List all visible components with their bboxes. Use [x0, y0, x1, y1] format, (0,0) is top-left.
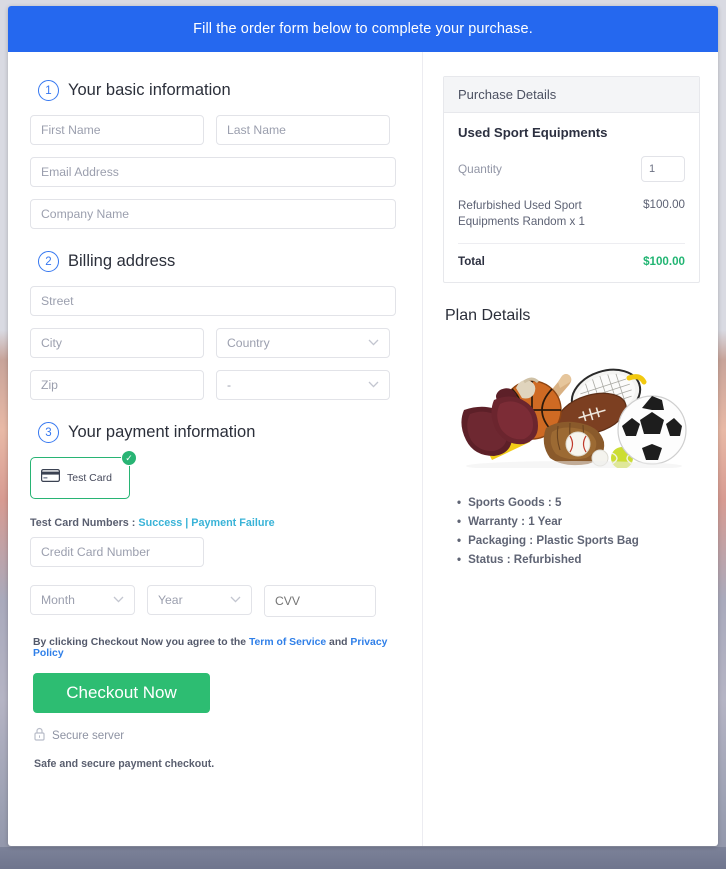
section-heading-basic-information: 1 Your basic information [38, 80, 404, 101]
section-heading-payment-information: 3 Your payment information [38, 422, 404, 443]
plan-feature-item: Sports Goods : 5 [457, 494, 700, 513]
state-select-value: - [227, 378, 232, 392]
section-title-payment-information: Your payment information [68, 423, 256, 441]
credit-card-number-input[interactable] [30, 537, 204, 567]
plan-feature-item: Status : Refurbished [457, 551, 700, 570]
test-card-prefix: Test Card Numbers : [30, 517, 136, 529]
checkout-body: 1 Your basic information 2 Billing addre… [8, 52, 718, 846]
chevron-down-icon [368, 338, 379, 349]
country-select[interactable]: Country [216, 328, 390, 358]
quantity-row: Quantity [458, 156, 685, 182]
plan-feature-item: Packaging : Plastic Sports Bag [457, 532, 700, 551]
quantity-label: Quantity [458, 162, 502, 176]
payment-method-test-card[interactable]: Test Card [30, 457, 130, 499]
total-row: Total $100.00 [458, 244, 685, 268]
chevron-down-icon [368, 380, 379, 391]
checkout-card: Fill the order form below to complete yo… [8, 6, 718, 846]
secure-server-row: Secure server [34, 727, 404, 744]
test-card-success-link[interactable]: Success [138, 517, 182, 529]
total-label: Total [458, 255, 485, 269]
zip-input[interactable] [30, 370, 204, 400]
street-row [30, 286, 404, 316]
purchase-details-body: Used Sport Equipments Quantity Refurbish… [444, 113, 699, 282]
country-select-value: Country [227, 336, 270, 350]
lock-icon [34, 727, 45, 744]
city-country-row: Country [30, 328, 404, 358]
name-row [30, 115, 404, 145]
expiry-month-select[interactable]: Month [30, 585, 135, 615]
zip-state-row: - [30, 370, 404, 400]
expiry-year-select[interactable]: Year [147, 585, 252, 615]
section-title-basic-information: Your basic information [68, 81, 231, 99]
section-title-billing-address: Billing address [68, 252, 176, 270]
check-circle-icon: ✓ [121, 450, 137, 466]
email-row [30, 157, 404, 187]
sports-equipment-photo [443, 343, 700, 469]
expiry-cvv-row: Month Year [30, 585, 404, 617]
card-number-row [30, 537, 404, 567]
chevron-down-icon [113, 595, 124, 606]
company-name-input[interactable] [30, 199, 396, 229]
purchase-summary-column: Purchase Details Used Sport Equipments Q… [423, 52, 718, 846]
test-card-separator: | [185, 517, 189, 529]
cvv-input[interactable] [265, 586, 375, 616]
plan-features-list: Sports Goods : 5 Warranty : 1 Year Packa… [457, 494, 700, 569]
expiry-month-value: Month [41, 593, 75, 607]
cvv-group [264, 585, 376, 617]
payment-method-tile-wrap: Test Card ✓ [30, 450, 137, 499]
plan-feature-item: Warranty : 1 Year [457, 513, 700, 532]
line-item-row: Refurbished Used Sport Equipments Random… [458, 198, 685, 245]
checkout-now-button[interactable]: Checkout Now [33, 673, 210, 713]
test-card-numbers-line: Test Card Numbers : Success | Payment Fa… [30, 517, 404, 529]
banner-message: Fill the order form below to complete yo… [193, 21, 533, 37]
street-input[interactable] [30, 286, 396, 316]
order-form-column: 1 Your basic information 2 Billing addre… [8, 52, 423, 846]
banner: Fill the order form below to complete yo… [8, 6, 718, 52]
terms-and: and [329, 637, 348, 648]
step-number-1: 1 [38, 80, 59, 101]
expiry-year-value: Year [158, 593, 183, 607]
company-row [30, 199, 404, 229]
safe-payment-note: Safe and secure payment checkout. [34, 758, 215, 770]
line-item-description: Refurbished Used Sport Equipments Random… [458, 199, 585, 228]
section-heading-billing-address: 2 Billing address [38, 251, 404, 272]
credit-card-icon [41, 469, 60, 487]
payment-method-label: Test Card [67, 472, 112, 484]
chevron-down-icon [230, 595, 241, 606]
first-name-input[interactable] [30, 115, 204, 145]
test-card-failure-link[interactable]: Payment Failure [191, 517, 274, 529]
purchase-details-box: Purchase Details Used Sport Equipments Q… [443, 76, 700, 284]
terms-agreement-text: By clicking Checkout Now you agree to th… [33, 637, 404, 659]
city-input[interactable] [30, 328, 204, 358]
terms-prefix: By clicking Checkout Now you agree to th… [33, 637, 247, 648]
total-amount: $100.00 [643, 255, 685, 269]
plan-details-title: Plan Details [445, 307, 531, 325]
step-number-3: 3 [38, 422, 59, 443]
last-name-input[interactable] [216, 115, 390, 145]
term-of-service-link[interactable]: Term of Service [249, 637, 326, 648]
quantity-input[interactable] [641, 156, 685, 182]
step-number-2: 2 [38, 251, 59, 272]
email-input[interactable] [30, 157, 396, 187]
purchase-details-header: Purchase Details [444, 77, 699, 113]
secure-server-label: Secure server [52, 729, 125, 742]
product-title: Used Sport Equipments [458, 125, 608, 140]
line-item-amount: $100.00 [643, 198, 685, 211]
state-select[interactable]: - [216, 370, 390, 400]
